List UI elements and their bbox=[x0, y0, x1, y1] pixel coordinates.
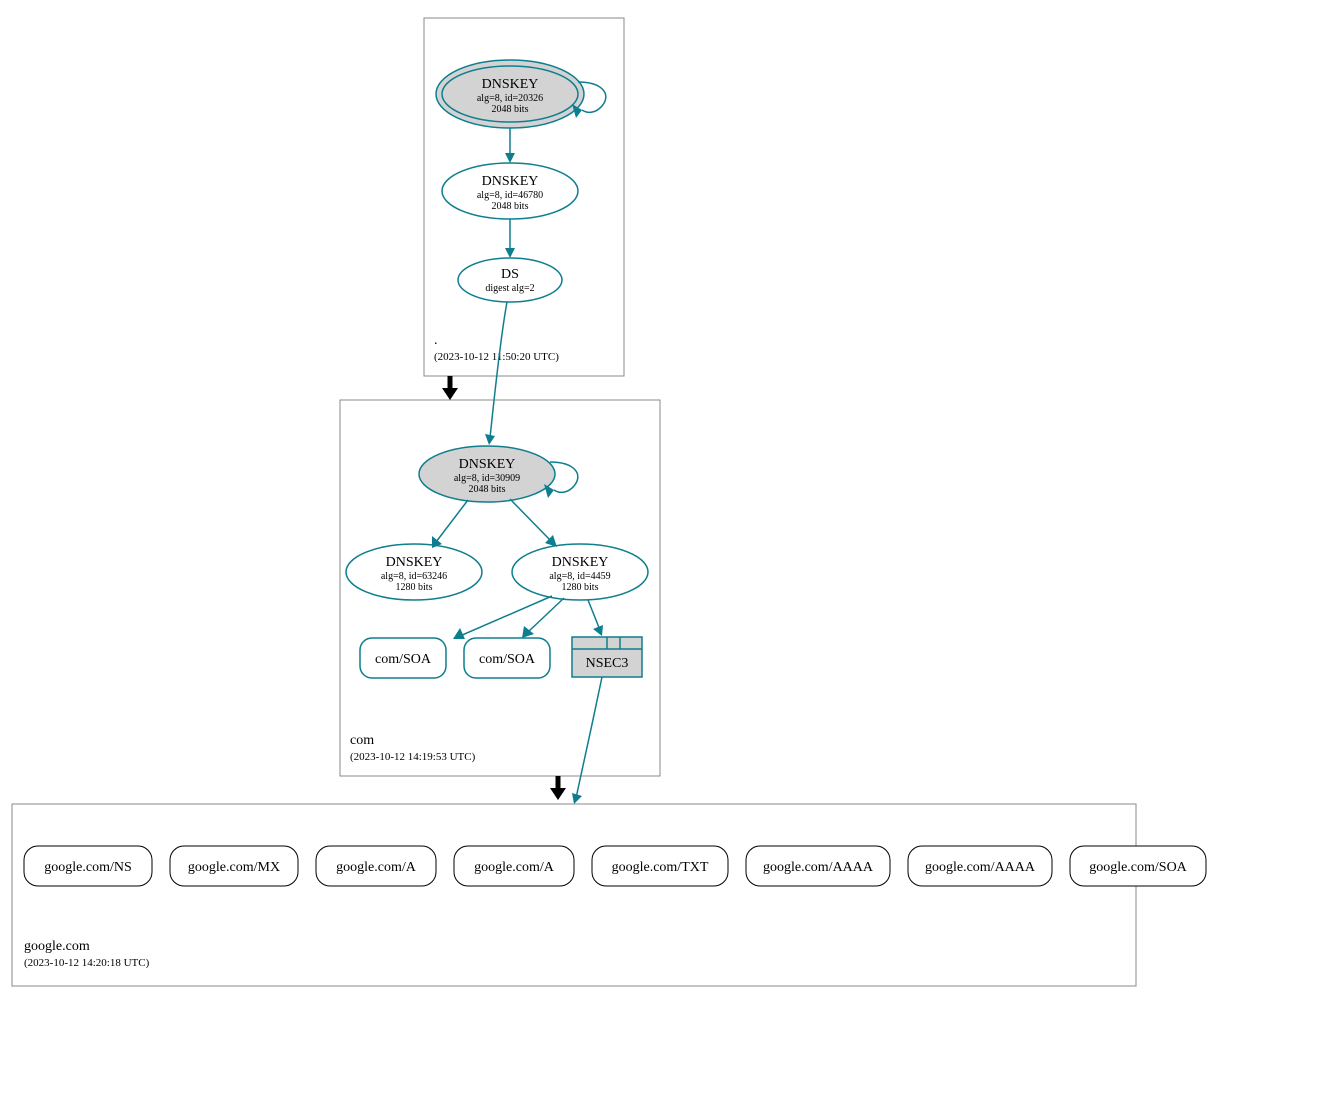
svg-text:alg=8, id=20326: alg=8, id=20326 bbox=[477, 93, 543, 104]
google-record-label: google.com/A bbox=[336, 860, 417, 875]
edge-comksk-zsk1 bbox=[436, 500, 468, 542]
zone-google-ts: (2023-10-12 14:20:18 UTC) bbox=[24, 957, 150, 969]
svg-text:1280 bits: 1280 bits bbox=[396, 582, 433, 593]
svg-text:2048 bits: 2048 bits bbox=[469, 484, 506, 495]
zone-google bbox=[12, 804, 1136, 986]
edge-zsk2-nsec3 bbox=[588, 600, 600, 630]
svg-text:1280 bits: 1280 bits bbox=[562, 582, 599, 593]
svg-text:DNSKEY: DNSKEY bbox=[482, 174, 539, 189]
svg-text:com/SOA: com/SOA bbox=[479, 652, 536, 667]
svg-text:alg=8, id=46780: alg=8, id=46780 bbox=[477, 190, 543, 201]
edge-nsec3-google bbox=[576, 677, 602, 798]
zone-com-label: com bbox=[350, 733, 374, 748]
google-record-label: google.com/NS bbox=[44, 860, 132, 875]
edge-ds-comksk bbox=[490, 302, 507, 438]
svg-text:NSEC3: NSEC3 bbox=[586, 656, 629, 671]
google-record-label: google.com/SOA bbox=[1089, 860, 1187, 875]
google-record-label: google.com/MX bbox=[188, 860, 280, 875]
edge-comksk-zsk2 bbox=[510, 499, 552, 542]
svg-text:alg=8, id=63246: alg=8, id=63246 bbox=[381, 571, 447, 582]
dnssec-diagram: . (2023-10-12 11:50:20 UTC) DNSKEY alg=8… bbox=[0, 0, 1317, 1094]
edge-zsk2-soa2 bbox=[528, 598, 564, 632]
svg-text:2048 bits: 2048 bits bbox=[492, 104, 529, 115]
svg-text:2048 bits: 2048 bits bbox=[492, 201, 529, 212]
zone-root-ts: (2023-10-12 11:50:20 UTC) bbox=[434, 351, 559, 363]
node-com-zsk2: DNSKEY alg=8, id=4459 1280 bits bbox=[512, 544, 648, 600]
svg-text:digest alg=2: digest alg=2 bbox=[485, 283, 534, 294]
svg-text:DNSKEY: DNSKEY bbox=[459, 457, 516, 472]
google-record-label: google.com/A bbox=[474, 860, 555, 875]
zone-root-label: . bbox=[434, 333, 438, 348]
svg-text:DNSKEY: DNSKEY bbox=[552, 555, 609, 570]
google-record-label: google.com/TXT bbox=[612, 860, 709, 875]
node-com-soa2: com/SOA bbox=[464, 638, 550, 678]
zone-com-ts: (2023-10-12 14:19:53 UTC) bbox=[350, 751, 476, 763]
google-record-label: google.com/AAAA bbox=[925, 860, 1036, 875]
node-root-ksk: DNSKEY alg=8, id=20326 2048 bits bbox=[436, 60, 584, 128]
svg-text:alg=8, id=30909: alg=8, id=30909 bbox=[454, 473, 520, 484]
node-com-ksk: DNSKEY alg=8, id=30909 2048 bits bbox=[419, 446, 555, 502]
svg-text:alg=8, id=4459: alg=8, id=4459 bbox=[549, 571, 610, 582]
node-root-zsk: DNSKEY alg=8, id=46780 2048 bits bbox=[442, 163, 578, 219]
node-com-soa1: com/SOA bbox=[360, 638, 446, 678]
edge-zsk2-soa1 bbox=[460, 596, 552, 636]
svg-text:DNSKEY: DNSKEY bbox=[482, 77, 539, 92]
node-com-zsk1: DNSKEY alg=8, id=63246 1280 bits bbox=[346, 544, 482, 600]
google-record-label: google.com/AAAA bbox=[763, 860, 874, 875]
google-records-row: google.com/NS google.com/MX google.com/A go… bbox=[24, 846, 1206, 886]
node-root-ds: DS digest alg=2 bbox=[458, 258, 562, 302]
node-nsec3: NSEC3 bbox=[572, 637, 642, 677]
zone-google-label: google.com bbox=[24, 939, 90, 954]
svg-text:DNSKEY: DNSKEY bbox=[386, 555, 443, 570]
svg-text:com/SOA: com/SOA bbox=[375, 652, 432, 667]
svg-text:DS: DS bbox=[501, 267, 519, 282]
